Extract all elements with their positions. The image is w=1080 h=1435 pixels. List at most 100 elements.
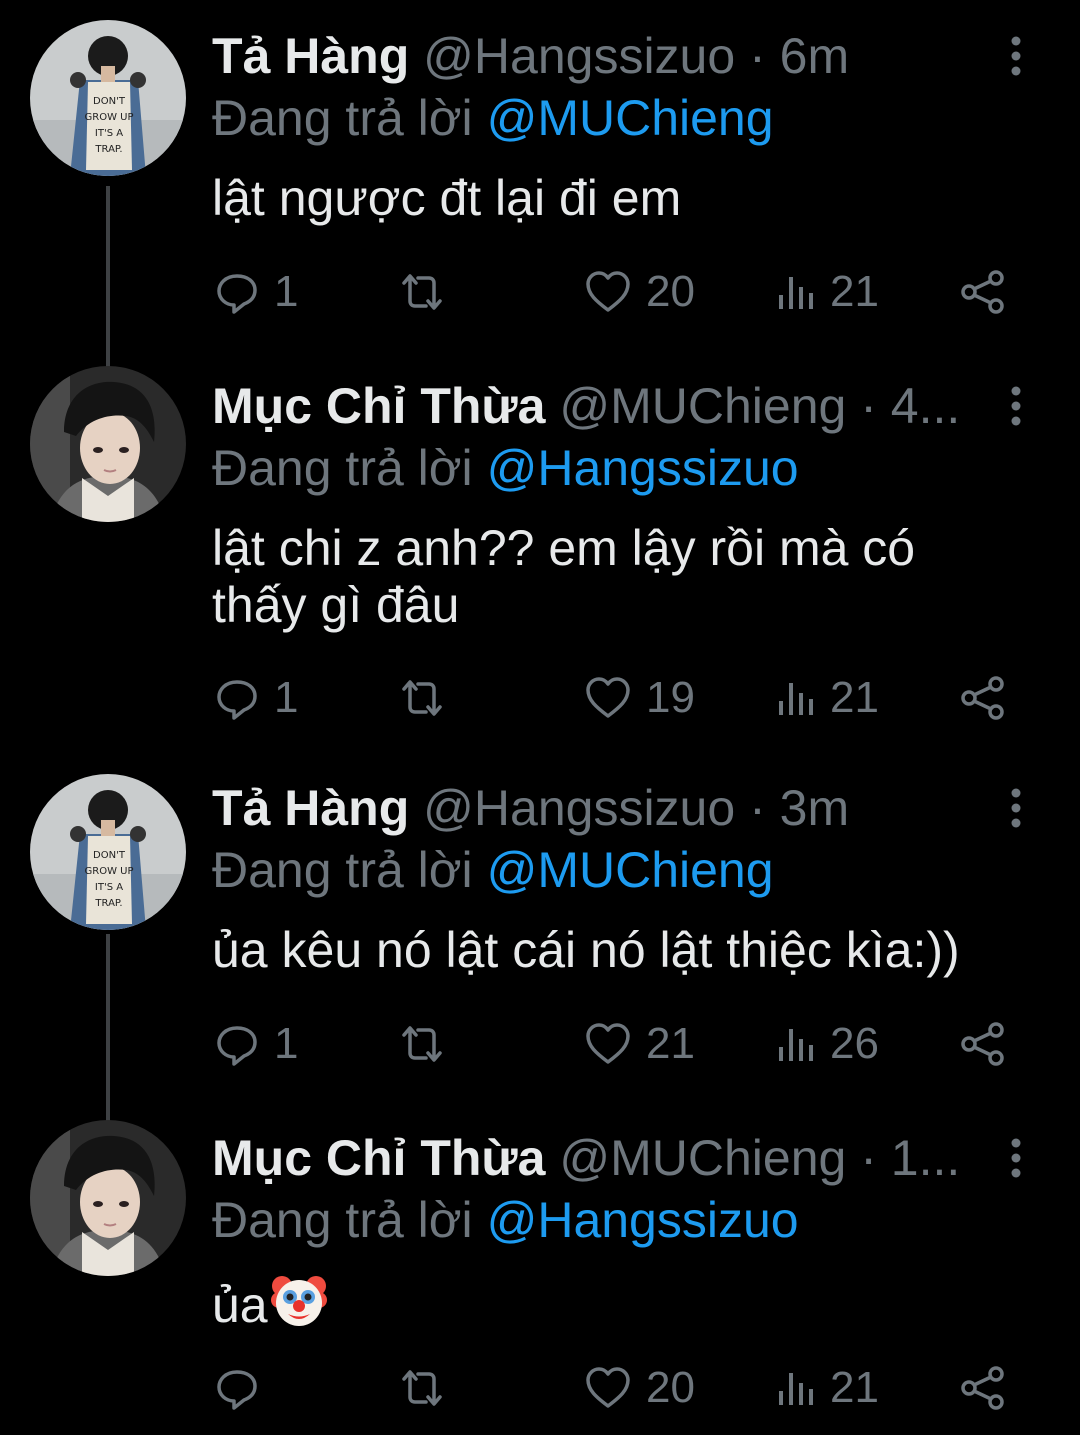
retweet-icon — [402, 1370, 442, 1406]
author-name[interactable]: Tả Hàng — [212, 28, 409, 84]
separator-dot: · — [860, 378, 877, 434]
share-icon — [961, 270, 1004, 314]
like-button[interactable]: 19 — [584, 668, 695, 728]
view-count: 26 — [830, 1019, 879, 1068]
reply-icon — [217, 1026, 257, 1066]
tweet-time[interactable]: 4... — [891, 378, 960, 434]
separator-dot: · — [749, 28, 766, 84]
tweet-actions: 1 20 21 — [0, 262, 1080, 322]
views-button[interactable]: 26 — [776, 1014, 879, 1074]
reply-mention-link[interactable]: @MUChieng — [487, 90, 774, 146]
view-count: 21 — [830, 1363, 879, 1412]
reply-count: 1 — [274, 267, 299, 316]
author-handle[interactable]: @MUChieng — [559, 1130, 846, 1186]
share-button[interactable] — [960, 262, 1006, 322]
share-button[interactable] — [960, 668, 1006, 728]
tweet-text: ủa — [212, 1277, 268, 1333]
retweet-icon — [402, 680, 442, 716]
reply-button[interactable]: 1 — [214, 262, 298, 322]
tweet-header: Mục Chỉ Thừa @MUChieng · 1... — [212, 1128, 1002, 1188]
tweet-text: lật ngược đt lại đi em — [212, 170, 682, 226]
author-name[interactable]: Mục Chỉ Thừa — [212, 378, 545, 434]
avatar-muchieng[interactable] — [30, 366, 186, 522]
like-button[interactable]: 21 — [584, 1014, 695, 1074]
tweet[interactable]: Mục Chỉ Thừa @MUChieng · 4... Đang trả l… — [0, 350, 1080, 760]
like-button[interactable]: 20 — [584, 262, 695, 322]
svg-text:GROW UP: GROW UP — [85, 112, 134, 123]
like-count: 20 — [646, 1363, 695, 1412]
avatar-hangssizuo[interactable]: DON'T GROW UP IT'S A TRAP. — [30, 774, 186, 930]
tweet[interactable]: DON'T GROW UP IT'S A TRAP. Tả Hàng @Hang… — [0, 752, 1080, 1124]
retweet-icon — [402, 1026, 442, 1062]
author-handle[interactable]: @Hangssizuo — [423, 28, 735, 84]
tweet-time[interactable]: 6m — [780, 28, 849, 84]
reply-prefix: Đang trả lời — [212, 90, 473, 146]
reply-button[interactable] — [214, 1358, 274, 1418]
author-name[interactable]: Mục Chỉ Thừa — [212, 1130, 545, 1186]
more-options-icon[interactable] — [1004, 788, 1028, 828]
retweet-button[interactable] — [396, 668, 462, 728]
more-options-icon[interactable] — [1004, 1138, 1028, 1178]
tweet[interactable]: DON'T GROW UP IT'S A TRAP. Tả Hàng @Hang… — [0, 0, 1080, 370]
heart-icon — [586, 1367, 630, 1408]
tweet-text: ủa kêu nó lật cái nó lật thiệc kìa:)) — [212, 922, 960, 978]
retweet-button[interactable] — [396, 1014, 462, 1074]
views-button[interactable]: 21 — [776, 1358, 879, 1418]
like-count: 19 — [646, 673, 695, 722]
share-icon — [961, 1366, 1004, 1410]
reply-prefix: Đang trả lời — [212, 842, 473, 898]
tweet-text: lật chi z anh?? em lậy rồi mà có thấy gì… — [212, 520, 916, 633]
analytics-icon — [779, 1029, 813, 1061]
author-name[interactable]: Tả Hàng — [212, 780, 409, 836]
clown-face-emoji — [270, 1272, 328, 1342]
more-options-icon[interactable] — [1004, 36, 1028, 76]
view-count: 21 — [830, 673, 879, 722]
svg-text:GROW UP: GROW UP — [85, 866, 134, 877]
share-button[interactable] — [960, 1358, 1006, 1418]
views-button[interactable]: 21 — [776, 262, 879, 322]
retweet-icon — [402, 274, 442, 310]
reply-prefix: Đang trả lời — [212, 440, 473, 496]
reply-button[interactable]: 1 — [214, 668, 298, 728]
svg-text:IT'S A: IT'S A — [95, 882, 123, 893]
tweet-time[interactable]: 1... — [891, 1130, 960, 1186]
thread-connector — [106, 1102, 110, 1120]
reply-mention-link[interactable]: @MUChieng — [487, 842, 774, 898]
tweet-time[interactable]: 3m — [780, 780, 849, 836]
tweet-text-container: ủa — [212, 1272, 1052, 1342]
tweet-actions: 20 21 — [0, 1358, 1080, 1418]
tweet[interactable]: Mục Chỉ Thừa @MUChieng · 1... Đang trả l… — [0, 1102, 1080, 1435]
analytics-icon — [779, 1373, 813, 1405]
heart-icon — [586, 1023, 630, 1064]
reply-mention-link[interactable]: @Hangssizuo — [487, 1192, 799, 1248]
tweet-actions: 1 19 21 — [0, 668, 1080, 728]
separator-dot: · — [860, 1130, 877, 1186]
analytics-icon — [779, 683, 813, 715]
retweet-button[interactable] — [396, 1358, 462, 1418]
share-icon — [961, 1022, 1004, 1066]
author-handle[interactable]: @MUChieng — [559, 378, 846, 434]
reply-context: Đang trả lời @Hangssizuo — [212, 1190, 799, 1250]
heart-icon — [586, 677, 630, 718]
like-count: 20 — [646, 267, 695, 316]
share-button[interactable] — [960, 1014, 1006, 1074]
reply-button[interactable]: 1 — [214, 1014, 298, 1074]
share-icon — [961, 676, 1004, 720]
svg-text:TRAP.: TRAP. — [94, 144, 122, 155]
reply-icon — [217, 274, 257, 314]
views-button[interactable]: 21 — [776, 668, 879, 728]
tweet-header: Tả Hàng @Hangssizuo · 3m — [212, 778, 1002, 838]
author-handle[interactable]: @Hangssizuo — [423, 780, 735, 836]
like-button[interactable]: 20 — [584, 1358, 695, 1418]
reply-count: 1 — [274, 1019, 299, 1068]
avatar-muchieng[interactable] — [30, 1120, 186, 1276]
tweet-header: Mục Chỉ Thừa @MUChieng · 4... — [212, 376, 1002, 436]
reply-context: Đang trả lời @MUChieng — [212, 88, 774, 148]
like-count: 21 — [646, 1019, 695, 1068]
retweet-button[interactable] — [396, 262, 462, 322]
separator-dot: · — [749, 780, 766, 836]
reply-icon — [217, 680, 257, 720]
more-options-icon[interactable] — [1004, 386, 1028, 426]
reply-mention-link[interactable]: @Hangssizuo — [487, 440, 799, 496]
avatar-hangssizuo[interactable]: DON'T GROW UP IT'S A TRAP. — [30, 20, 186, 176]
